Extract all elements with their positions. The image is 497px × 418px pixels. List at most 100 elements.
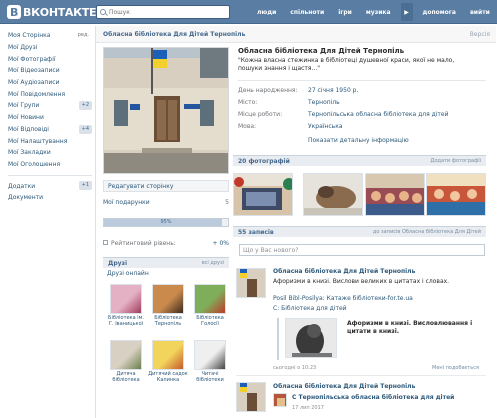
friend-avatar[interactable] <box>110 284 142 314</box>
show-details-link[interactable]: Показати детальну інформацію <box>308 137 409 144</box>
nav-logout[interactable]: вийти <box>463 9 497 16</box>
edit-page-button[interactable]: Редагувати сторінку <box>103 180 229 192</box>
rating-value[interactable]: + 0% <box>213 240 229 247</box>
nav-games[interactable]: ігри <box>331 9 359 16</box>
sidebar-item[interactable]: Мої Аудіозаписи <box>4 77 92 89</box>
top-header: В ВКОНТАКТЕ люди спільноти ігри музика ▶… <box>0 0 497 24</box>
profile-status[interactable]: "Кожна власна стежинка в бібліотеці душе… <box>238 57 478 73</box>
sidebar-menu: Моя Сторінка ред. Мої Друзі Мої Фотографії М… <box>4 30 92 204</box>
photo-thumbnail[interactable] <box>426 173 486 216</box>
sidebar-item-label: Мої Новини <box>8 114 44 122</box>
post-attachment-image[interactable] <box>285 318 337 358</box>
play-icon[interactable]: ▶ <box>400 3 413 21</box>
sidebar-item-label: Документи <box>8 194 44 202</box>
sidebar-divider <box>8 175 92 177</box>
info-divider <box>238 80 486 81</box>
info-value[interactable]: Тернопіль <box>308 99 340 106</box>
rating-row[interactable]: Рейтинговий рівень: + 0% <box>103 238 229 248</box>
friend-avatar[interactable] <box>194 340 226 370</box>
breadcrumb-title: Обласна бібліотека Для Дітей Тернопіль <box>103 30 246 38</box>
sidebar-item[interactable]: Моя Сторінка ред. <box>4 30 92 42</box>
nav-communities[interactable]: спільноти <box>283 9 331 16</box>
friend-name[interactable]: Читачі бібліотеки <box>190 371 230 383</box>
gifts-row[interactable]: Мої подарунки 5 <box>103 196 229 208</box>
friend-avatar[interactable] <box>152 340 184 370</box>
profile-name: Обласна бібліотека Для Дітей Тернопіль <box>238 47 405 55</box>
sidebar-item-label: Додатки <box>8 182 36 190</box>
sidebar-item-badge[interactable]: +1 <box>78 181 92 191</box>
friend-card[interactable]: Бібліотека Тернопіль <box>148 284 188 332</box>
post-link-secondary[interactable]: С: Бібліотека для дітей <box>273 305 347 312</box>
friends-block-header[interactable]: Друзі всі друзі <box>103 257 229 268</box>
friend-card[interactable]: Бібліотека Голосії <box>190 284 230 332</box>
friend-name[interactable]: Бібліотека Голосії <box>190 315 230 327</box>
post-author-name[interactable]: Обласна бібліотека Для Дітей Тернопіль <box>273 383 415 390</box>
info-value[interactable]: Тернопільська обласна бібліотека для діт… <box>308 111 449 118</box>
sidebar-item[interactable]: Додатки +1 <box>4 180 92 192</box>
photo-image <box>366 174 424 215</box>
post-author-name[interactable]: Обласна бібліотека Для Дітей Тернопіль <box>273 268 415 275</box>
vk-logo[interactable]: В ВКОНТАКТЕ <box>7 4 97 20</box>
friend-card[interactable]: Дитяча бібліотека <box>106 340 146 388</box>
post-time[interactable]: сьогодні о 10:23 <box>273 365 316 371</box>
sidebar-item[interactable]: Мої Друзі <box>4 42 92 54</box>
sidebar-item[interactable]: Мої Відеозаписи <box>4 65 92 77</box>
photo-thumbnail[interactable] <box>365 173 425 216</box>
info-value[interactable]: 27 січня 1950 р. <box>308 87 358 94</box>
sidebar-item[interactable]: Мої Оголошення <box>4 159 92 171</box>
friend-name[interactable]: Бібліотека Тернопіль <box>148 315 188 327</box>
sidebar-item[interactable]: Мої Налаштування <box>4 135 92 147</box>
sidebar-item[interactable]: Мої Фотографії <box>4 53 92 65</box>
sidebar-item-badge[interactable]: +2 <box>78 101 92 111</box>
nav-people[interactable]: люди <box>250 9 283 16</box>
info-value[interactable]: Українська <box>308 123 343 130</box>
post-link[interactable]: Posil Bibl-Posilya: Катаже бібліотеки-fo… <box>273 295 413 302</box>
shared-source-name[interactable]: С Тернопільська обласна бібліотека для д… <box>292 394 454 401</box>
my-gifts-label[interactable]: Мої подарунки <box>103 199 150 206</box>
friend-avatar[interactable] <box>110 340 142 370</box>
friend-name[interactable]: Дитяча бібліотека <box>106 371 146 383</box>
sidebar-item-label: Мої Групи <box>8 102 40 110</box>
wall-block-header[interactable]: 55 записів до записів Обласна бібліотека… <box>233 226 486 237</box>
profile-photo[interactable] <box>103 47 229 174</box>
post-time[interactable]: 17 лип 2017 <box>292 405 324 411</box>
sidebar-item[interactable]: Мої Новини <box>4 112 92 124</box>
attachment-title[interactable]: Афоризми в книзі. Висловлювання і цитати… <box>347 320 482 336</box>
sidebar-item[interactable]: Мої Групи +2 <box>4 100 92 112</box>
like-button[interactable]: Мені подобається <box>432 365 479 371</box>
friend-card[interactable]: Дитячий садок Калинка <box>148 340 188 388</box>
friend-avatar[interactable] <box>194 284 226 314</box>
photos-block-header[interactable]: 20 фотографій Додати фотографії <box>233 155 486 166</box>
sidebar-item[interactable]: Мої Відповіді +4 <box>4 124 92 136</box>
search-icon <box>100 9 106 15</box>
friend-name[interactable]: Бібліотека ім. Г. Іваницької <box>106 315 146 327</box>
friends-all-link[interactable]: всі друзі <box>202 260 224 266</box>
search-input[interactable] <box>109 8 219 16</box>
wall-post-input[interactable]: Що у Вас нового? <box>239 244 485 256</box>
search-box[interactable] <box>96 5 230 19</box>
quote-bar <box>277 318 279 360</box>
add-photos-link[interactable]: Додати фотографії <box>431 158 481 164</box>
sidebar-item-badge[interactable]: +4 <box>78 124 92 134</box>
sidebar-item[interactable]: Документи <box>4 192 92 204</box>
friend-card[interactable]: Читачі бібліотеки <box>190 340 230 388</box>
sidebar-item-label: Мої Закладки <box>8 149 51 157</box>
post-author-avatar[interactable] <box>236 382 266 412</box>
friend-avatar[interactable] <box>152 284 184 314</box>
photo-thumbnail[interactable] <box>233 173 293 216</box>
friend-name[interactable]: Дитячий садок Калинка <box>148 371 188 383</box>
photo-thumbnail[interactable] <box>303 173 363 216</box>
sidebar-item-badge[interactable]: ред. <box>75 31 92 40</box>
wall-subtitle[interactable]: до записів Обласна бібліотека Для Дітей <box>373 229 481 235</box>
sidebar-item[interactable]: Мої Закладки <box>4 147 92 159</box>
attachment-image <box>286 319 336 357</box>
sidebar-item[interactable]: Мої Повідомлення <box>4 88 92 100</box>
top-nav: люди спільноти ігри музика ▶ допомога ви… <box>250 0 497 24</box>
post-author-avatar[interactable] <box>236 268 266 298</box>
nav-music[interactable]: музика <box>359 9 398 16</box>
friend-card[interactable]: Бібліотека ім. Г. Іваницької <box>106 284 146 332</box>
friends-online-link[interactable]: Друзі онлайн <box>107 270 149 277</box>
help-link[interactable]: Версія <box>470 31 490 38</box>
shared-source-icon[interactable] <box>273 393 287 407</box>
nav-help[interactable]: допомога <box>416 9 463 16</box>
